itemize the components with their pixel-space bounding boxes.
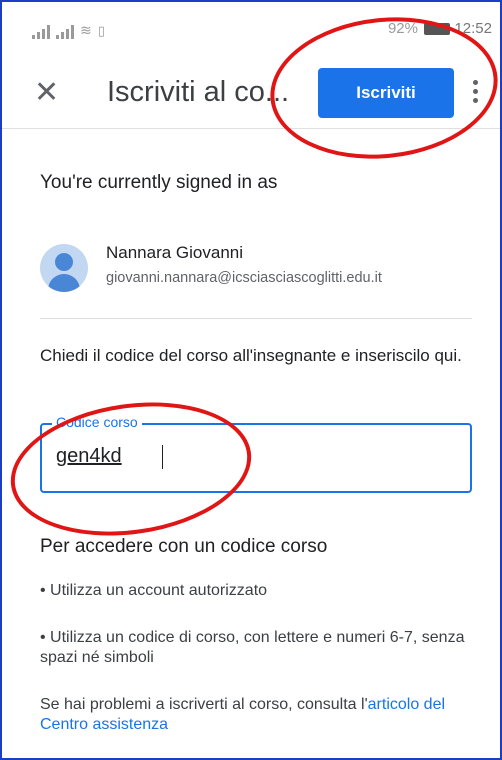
more-vert-icon[interactable]: [470, 80, 480, 110]
appbar-divider: [2, 128, 500, 129]
join-button[interactable]: Iscriviti: [318, 68, 454, 118]
help-trouble-prefix: Se hai problemi a iscriverti al corso, c…: [40, 696, 368, 713]
class-code-label: Codice corso: [52, 414, 142, 430]
status-time: 12:52: [454, 20, 492, 37]
help-bullet-code: • Utilizza un codice di corso, con lette…: [40, 629, 465, 666]
help-bullet-account: • Utilizza un account autorizzato: [40, 582, 268, 599]
text-caret: [162, 445, 163, 469]
signed-in-heading: You're currently signed in as: [40, 172, 278, 193]
battery-group: 92%: [388, 20, 450, 37]
help-heading: Per accedere con un codice corso: [40, 536, 328, 557]
wifi-icon: ≋: [80, 22, 92, 38]
signal-icon: [56, 25, 74, 39]
user-email: giovanni.nannara@icsciasciascoglitti.edu…: [106, 270, 382, 286]
avatar: [40, 244, 88, 292]
help-trouble-text: Se hai problemi a iscriverti al corso, c…: [40, 695, 480, 735]
nfc-icon: ▯: [97, 23, 105, 38]
user-name: Nannara Giovanni: [106, 243, 244, 262]
battery-percent: 92%: [387, 20, 418, 37]
page-title: Iscriviti al co...: [107, 76, 290, 108]
status-bar: ≋ ▯ 92% 12:52: [2, 2, 500, 58]
class-code-field[interactable]: Codice corso gen4kd: [40, 414, 472, 493]
close-icon[interactable]: ✕: [34, 78, 59, 108]
signal-icon: [32, 25, 50, 39]
instruction-text: Chiedi il codice del corso all'insegnant…: [40, 346, 462, 365]
class-code-input[interactable]: gen4kd: [56, 445, 122, 468]
signal-icons: ≋ ▯: [32, 22, 105, 39]
battery-icon: [424, 22, 450, 35]
account-divider: [40, 318, 472, 319]
app-bar: ✕ Iscriviti al co... Iscriviti: [2, 58, 500, 128]
